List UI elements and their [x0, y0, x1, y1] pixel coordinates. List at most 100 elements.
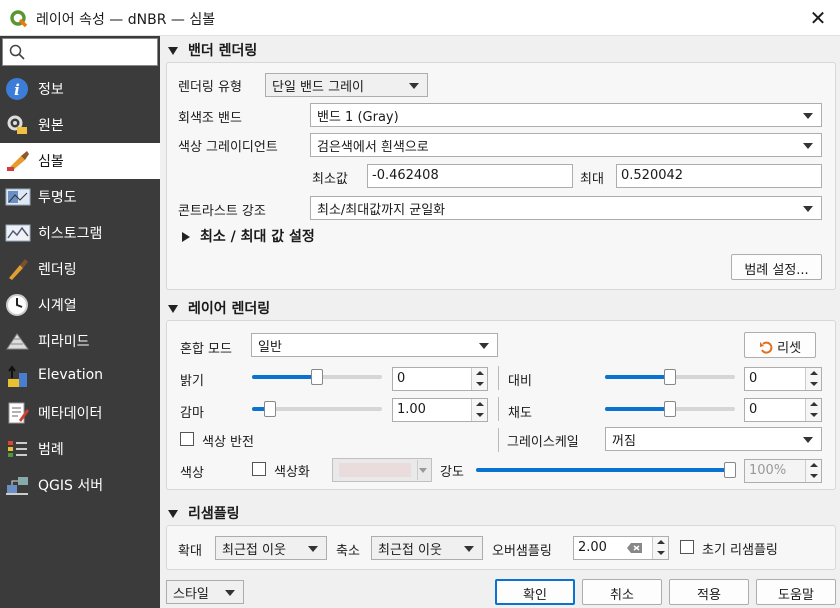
contrast-spinbox[interactable]: 0 [744, 367, 822, 391]
spin-up-icon[interactable] [471, 399, 487, 410]
sidebar-item-qgis-server[interactable]: QGIS 서버 [0, 467, 160, 503]
collapse-arrow-icon [168, 47, 178, 55]
spin-up-icon[interactable] [805, 460, 821, 471]
layer-rendering-header[interactable]: 레이어 렌더링 [168, 298, 270, 318]
colorize-color-button[interactable] [332, 458, 432, 482]
spin-up-icon[interactable] [805, 399, 821, 410]
chevron-down-icon [419, 468, 427, 473]
window-title: 레이어 속성 — dNBR — 심볼 [36, 12, 216, 28]
zoomed-out-select[interactable]: 최근접 이웃 [371, 536, 483, 560]
sidebar-item-source[interactable]: 원본 [0, 107, 160, 143]
qgis-logo-icon [10, 10, 28, 28]
expand-arrow-icon [182, 232, 190, 242]
chevron-down-icon [409, 83, 419, 89]
close-icon[interactable]: ✕ [806, 6, 830, 30]
gamma-label: 감마 [180, 406, 204, 421]
brightness-spinbox[interactable]: 0 [392, 367, 488, 391]
spin-down-icon[interactable] [805, 471, 821, 482]
ok-button[interactable]: 확인 [495, 579, 575, 605]
spin-up-icon[interactable] [652, 537, 668, 548]
minmax-settings-header[interactable]: 최소 / 최대 값 설정 [182, 226, 315, 246]
spin-up-icon[interactable] [805, 368, 821, 379]
slider-handle[interactable] [724, 462, 736, 478]
chevron-down-icon [225, 590, 235, 596]
sidebar-item-label: QGIS 서버 [38, 478, 104, 494]
clear-icon[interactable] [627, 542, 643, 554]
sidebar-item-symbology[interactable]: 심볼 [0, 143, 160, 179]
invert-colors-checkbox[interactable] [180, 432, 194, 446]
render-type-select[interactable]: 단일 밴드 그레이 [265, 73, 428, 97]
resampling-header[interactable]: 리샘플링 [168, 503, 240, 523]
chevron-down-icon [803, 206, 813, 212]
min-label: 최소값 [312, 172, 348, 187]
sidebar-item-label: 메타데이터 [38, 406, 103, 422]
gray-band-select[interactable]: 밴드 1 (Gray) [310, 103, 822, 127]
color-gradient-select[interactable]: 검은색에서 흰색으로 [310, 133, 822, 157]
pyramids-icon [6, 333, 29, 350]
sidebar-item-temporal[interactable]: 시계열 [0, 287, 160, 323]
max-value-input[interactable]: 0.520042 [616, 164, 822, 188]
brightness-slider[interactable] [252, 367, 382, 387]
contrast-label: 대비 [508, 374, 532, 389]
oversampling-spinbox[interactable]: 2.00 [573, 536, 669, 560]
sidebar-item-pyramids[interactable]: 피라미드 [0, 323, 160, 359]
cancel-button[interactable]: 취소 [582, 579, 662, 605]
legend-settings-button[interactable]: 범례 설정... [731, 254, 822, 280]
spin-down-icon[interactable] [471, 410, 487, 421]
contrast-enhancement-select[interactable]: 최소/최대값까지 균일화 [310, 196, 822, 220]
band-rendering-header[interactable]: 밴더 렌더링 [168, 40, 257, 60]
server-icon [6, 477, 28, 495]
saturation-label: 채도 [508, 406, 532, 421]
colorize-checkbox[interactable] [252, 462, 266, 476]
reset-button[interactable]: 리셋 [744, 332, 816, 358]
blend-mode-select[interactable]: 일반 [251, 333, 498, 357]
gray-band-label: 회색조 밴드 [178, 111, 242, 126]
early-resampling-label: 초기 리샘플링 [702, 543, 778, 558]
grayscale-select[interactable]: 꺼짐 [605, 427, 822, 451]
collapse-arrow-icon [168, 510, 178, 518]
sidebar-item-rendering[interactable]: 렌더링 [0, 251, 160, 287]
contrast-enhancement-label: 콘트라스트 강조 [178, 204, 266, 219]
gamma-slider[interactable] [252, 399, 382, 419]
help-button[interactable]: 도움말 [756, 579, 836, 605]
source-icon [7, 115, 27, 134]
colorize-label: 색상화 [274, 465, 310, 480]
spin-down-icon[interactable] [471, 379, 487, 390]
strength-spinbox[interactable]: 100% [744, 459, 822, 483]
contrast-slider[interactable] [605, 367, 735, 387]
slider-handle[interactable] [264, 401, 276, 417]
slider-handle[interactable] [664, 401, 676, 417]
zoomed-in-select[interactable]: 최근접 이웃 [215, 536, 327, 560]
sidebar-item-info[interactable]: i 정보 [0, 71, 160, 107]
apply-button[interactable]: 적용 [669, 579, 749, 605]
search-icon [9, 44, 25, 60]
strength-slider[interactable] [476, 460, 736, 480]
min-value-input[interactable]: -0.462408 [367, 164, 573, 188]
sidebar-item-elevation[interactable]: Elevation [0, 359, 160, 395]
sidebar-item-label: 투명도 [38, 190, 77, 206]
blend-mode-label: 혼합 모드 [180, 342, 232, 357]
gamma-spinbox[interactable]: 1.00 [392, 398, 488, 422]
slider-handle[interactable] [311, 369, 323, 385]
sidebar-item-label: 심볼 [38, 154, 64, 170]
zoomed-out-label: 축소 [336, 544, 360, 559]
sidebar-item-metadata[interactable]: 메타데이터 [0, 395, 160, 431]
hue-label: 색상 [180, 466, 204, 481]
saturation-slider[interactable] [605, 399, 735, 419]
spin-down-icon[interactable] [805, 379, 821, 390]
sidebar-item-legend[interactable]: 범례 [0, 431, 160, 467]
early-resampling-checkbox[interactable] [680, 540, 694, 554]
search-input[interactable] [2, 38, 158, 66]
saturation-spinbox[interactable]: 0 [744, 398, 822, 422]
info-icon: i [6, 78, 28, 100]
spin-down-icon[interactable] [652, 548, 668, 559]
sidebar-item-label: 히스토그램 [38, 226, 103, 242]
chevron-down-icon [803, 113, 813, 119]
style-menu-button[interactable]: 스타일 [166, 580, 244, 604]
spin-down-icon[interactable] [805, 410, 821, 421]
slider-handle[interactable] [664, 369, 676, 385]
sidebar-item-transparency[interactable]: 투명도 [0, 179, 160, 215]
sidebar-item-histogram[interactable]: 히스토그램 [0, 215, 160, 251]
spin-up-icon[interactable] [471, 368, 487, 379]
zoomed-in-label: 확대 [178, 544, 202, 559]
